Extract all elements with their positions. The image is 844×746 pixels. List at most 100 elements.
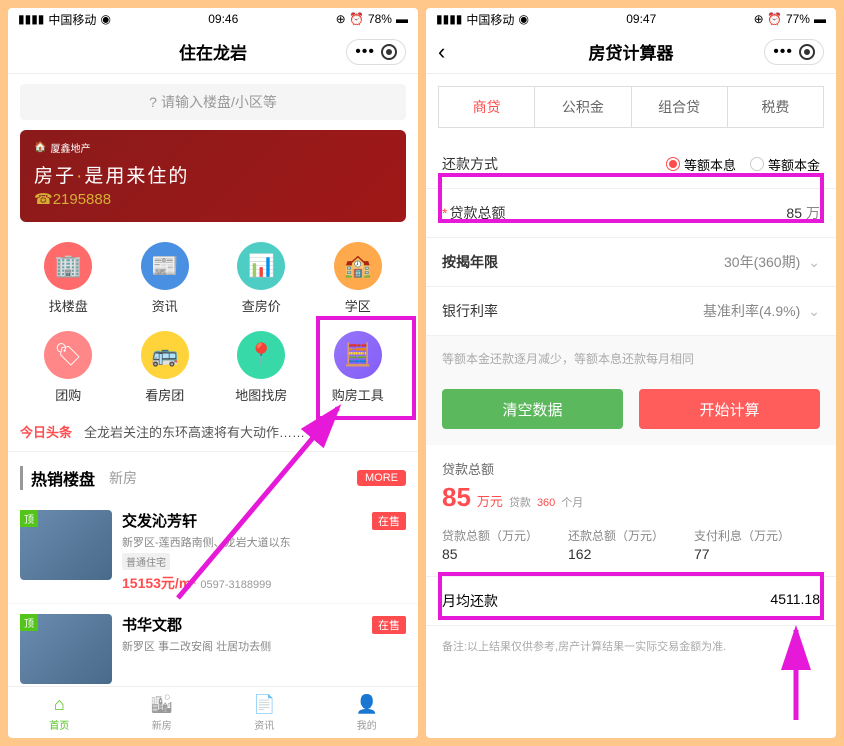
result-unit: 万元 <box>477 491 503 510</box>
result-loan-tag: 贷款 <box>509 494 531 510</box>
result-months: 360 <box>537 497 555 509</box>
banner-ad[interactable]: 🏠 厦鑫地产 房子·是用来住的 ☎2195888 <box>20 130 406 222</box>
carrier: 中国移动 <box>466 11 514 28</box>
clear-button[interactable]: 清空数据 <box>442 389 623 429</box>
tab-commercial[interactable]: 商贷 <box>439 87 535 127</box>
listing-price: 15153元/m² <box>122 575 196 591</box>
top-badge: 顶 <box>20 510 38 527</box>
tab-new[interactable]: 🏙新房 <box>111 687 214 738</box>
result-amount: 85 <box>442 482 471 513</box>
section-sub[interactable]: 新房 <box>109 468 357 488</box>
more-icon[interactable]: ••• <box>355 43 375 61</box>
tab-combo[interactable]: 组合贷 <box>632 87 728 127</box>
content: 商贷 公积金 组合贷 税费 还款方式 等额本息 等额本金 *贷款总额 85 万 … <box>426 74 836 738</box>
calculator-icon: 🧮 <box>334 331 382 379</box>
building-icon: 🏙 <box>150 694 173 715</box>
row-repay-method: 还款方式 等额本息 等额本金 <box>426 140 836 189</box>
listing-item[interactable]: 顶 交发沁芳轩 新罗区-莲西路南侧、龙岩大道以东 普通住宅 15153元/m² … <box>8 500 418 604</box>
grid-item-tools[interactable]: 🧮购房工具 <box>310 323 407 412</box>
tab-me[interactable]: 👤我的 <box>316 687 419 738</box>
grid-item-news[interactable]: 📰资讯 <box>117 234 214 323</box>
listing-phone: 0597-3188999 <box>200 579 271 591</box>
more-icon[interactable]: ••• <box>773 43 793 61</box>
newspaper-icon: 📄 <box>253 694 275 715</box>
home-icon: ⌂ <box>54 694 65 715</box>
chevron-down-icon: ⌄ <box>808 303 820 320</box>
grid-item-price[interactable]: 📊查房价 <box>213 234 310 323</box>
banner-title: 房子·是用来住的 <box>34 161 392 188</box>
alarm-icon: ⊕ ⏰ <box>336 12 364 26</box>
button-row: 清空数据 开始计算 <box>426 381 836 445</box>
news-icon: 📰 <box>141 242 189 290</box>
label-years: 按揭年限 <box>442 252 724 272</box>
label-amount: *贷款总额 <box>442 203 786 223</box>
headline-row[interactable]: 今日头条 全龙岩关注的东环高速将有大动作…… <box>8 412 418 452</box>
carrier: 中国移动 <box>48 11 96 28</box>
chart-icon: 📊 <box>237 242 285 290</box>
note-text: 备注:以上结果仅供参考,房产计算结果一实际交易金额为准. <box>426 625 836 666</box>
battery-icon: ▬ <box>814 12 826 26</box>
result-col-loan: 贷款总额（万元）85 <box>442 527 568 562</box>
listing-location: 新罗区-莲西路南侧、龙岩大道以东 <box>122 534 406 550</box>
tab-bar: ⌂首页 🏙新房 📄资讯 👤我的 <box>8 686 418 738</box>
label-rate: 银行利率 <box>442 301 703 321</box>
rate-value: 基准利率(4.9%) <box>703 301 800 321</box>
battery-percent: 77% <box>786 12 810 26</box>
map-icon: 📍 <box>237 331 285 379</box>
status-bar: ▮▮▮▮ 中国移动 ◉ 09:46 ⊕ ⏰ 78% ▬ <box>8 8 418 30</box>
label-repay: 还款方式 <box>442 154 666 174</box>
result-col-repay: 还款总额（万元）162 <box>568 527 694 562</box>
more-button[interactable]: MORE <box>357 470 406 486</box>
calculate-button[interactable]: 开始计算 <box>639 389 820 429</box>
help-icon: ? <box>149 94 157 110</box>
grid-item-group[interactable]: 🏷团购 <box>20 323 117 412</box>
status-time: 09:47 <box>626 12 656 26</box>
monthly-value: 4511.18 <box>770 591 820 611</box>
grid-item-listings[interactable]: 🏢找楼盘 <box>20 234 117 323</box>
listing-thumb: 顶 <box>20 614 112 684</box>
radio-equal-principal[interactable]: 等额本金 <box>750 155 820 174</box>
row-loan-amount[interactable]: *贷款总额 85 万 <box>426 189 836 238</box>
radio-equal-installment[interactable]: 等额本息 <box>666 155 736 174</box>
grid-item-map[interactable]: 📍地图找房 <box>213 323 310 412</box>
target-icon[interactable] <box>381 44 397 60</box>
tag-icon: 🏷 <box>44 331 92 379</box>
listing-location: 新罗区 事二改安阁 壮居功去侧 <box>122 638 406 654</box>
content: ? 请输入楼盘/小区等 🏠 厦鑫地产 房子·是用来住的 ☎2195888 🏢找楼… <box>8 74 418 686</box>
page-title: 住在龙岩 <box>179 39 247 64</box>
banner-phone: ☎2195888 <box>34 190 392 208</box>
tab-tax[interactable]: 税费 <box>728 87 823 127</box>
battery-percent: 78% <box>368 12 392 26</box>
phone-right: ▮▮▮▮ 中国移动 ◉ 09:47 ⊕ ⏰ 77% ▬ ‹ 房贷计算器 ••• … <box>426 8 836 738</box>
section-title: 热销楼盘 <box>20 466 95 490</box>
search-placeholder: 请输入楼盘/小区等 <box>161 92 277 112</box>
result-col-interest: 支付利息（万元）77 <box>694 527 820 562</box>
tab-fund[interactable]: 公积金 <box>535 87 631 127</box>
tab-home[interactable]: ⌂首页 <box>8 687 111 738</box>
target-icon[interactable] <box>799 44 815 60</box>
radio-icon <box>666 157 680 171</box>
nav-actions[interactable]: ••• <box>346 39 406 65</box>
listing-item[interactable]: 顶 书华文郡 新罗区 事二改安阁 壮居功去侧 在售 <box>8 604 418 686</box>
tab-news[interactable]: 📄资讯 <box>213 687 316 738</box>
headline-text: 全龙岩关注的东环高速将有大动作…… <box>84 422 406 441</box>
row-rate[interactable]: 银行利率 基准利率(4.9%) ⌄ <box>426 287 836 336</box>
nav-bar: 住在龙岩 ••• <box>8 30 418 74</box>
grid-item-school[interactable]: 🏫学区 <box>310 234 407 323</box>
row-years[interactable]: 按揭年限 30年(360期)⌄ <box>426 238 836 287</box>
amount-unit: 万 <box>806 203 820 223</box>
nav-actions[interactable]: ••• <box>764 39 824 65</box>
chevron-down-icon: ⌄ <box>808 254 820 271</box>
search-input[interactable]: ? 请输入楼盘/小区等 <box>20 84 406 120</box>
signal-icon: ▮▮▮▮ <box>436 12 462 26</box>
top-badge: 顶 <box>20 614 38 631</box>
bus-icon: 🚌 <box>141 331 189 379</box>
page-title: 房贷计算器 <box>589 39 674 64</box>
grid-item-tour[interactable]: 🚌看房团 <box>117 323 214 412</box>
nav-bar: ‹ 房贷计算器 ••• <box>426 30 836 74</box>
headline-tag: 今日头条 <box>20 422 72 441</box>
section-header: 热销楼盘 新房 MORE <box>8 452 418 500</box>
sale-badge: 在售 <box>372 616 406 634</box>
back-button[interactable]: ‹ <box>438 39 445 65</box>
result-months-unit: 个月 <box>561 494 583 510</box>
